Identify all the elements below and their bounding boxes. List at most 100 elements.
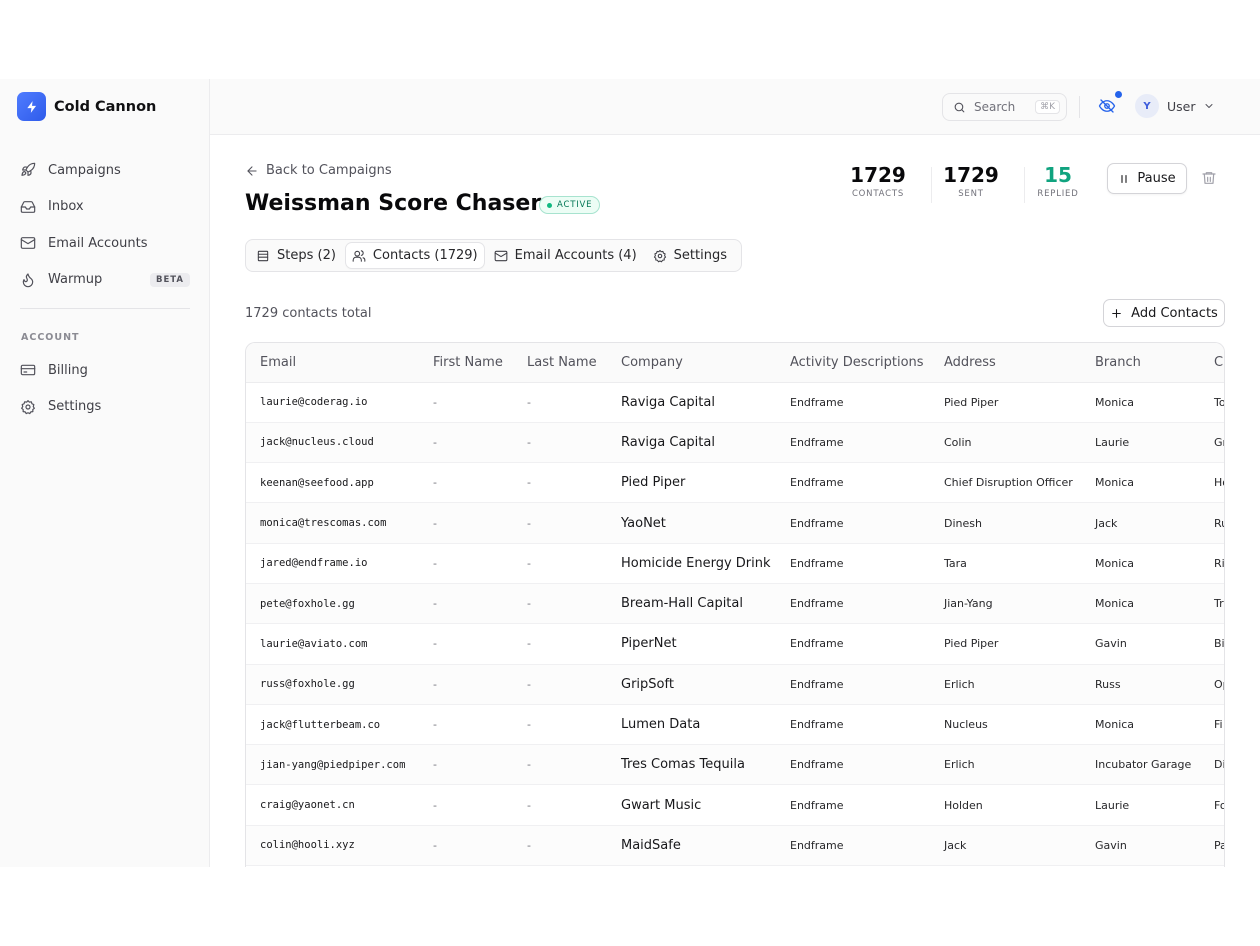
chevron-down-icon <box>1205 104 1212 108</box>
cell-activity-descriptions: Endframe <box>776 382 930 423</box>
cell-extra: To <box>1200 382 1224 423</box>
mail-icon <box>20 237 36 250</box>
contacts-table-container[interactable]: Email First Name Last Name Company Activity … <box>245 342 1225 867</box>
cell-activity-descriptions: Endframe <box>776 623 930 665</box>
cell-address: Pied Piper <box>930 623 1081 665</box>
campaign-tabs: Steps (2) Contacts (1729) Email Accounts… <box>245 239 742 272</box>
column-header-address[interactable]: Address <box>930 343 1081 383</box>
sidebar-item-label: Settings <box>48 399 102 415</box>
cell-last-name: - <box>513 502 607 544</box>
cell-activity-descriptions: Endframe <box>776 422 930 464</box>
cell-email: laurie@coderag.io <box>246 382 419 423</box>
cell-branch: Gavin <box>1081 825 1200 867</box>
trash-icon[interactable] <box>1201 170 1217 186</box>
cell-branch: Monica <box>1081 583 1200 625</box>
search-label: Search <box>974 100 1016 114</box>
table-row[interactable]: pete@foxhole.gg - - Bream-Hall Capital Endfr… <box>246 583 1224 625</box>
sidebar-item-inbox[interactable]: Inbox <box>20 189 190 226</box>
status-badge: ACTIVE <box>539 196 601 214</box>
sidebar-item-email-accounts[interactable]: Email Accounts <box>20 225 190 262</box>
tab-settings[interactable]: Settings <box>647 243 733 268</box>
search-button[interactable]: Search ⌘K <box>942 93 1067 121</box>
cell-company: Raviga Capital <box>607 422 776 464</box>
plus-icon <box>1112 308 1122 318</box>
cell-address: Erlich <box>930 744 1081 786</box>
tab-email-accounts[interactable]: Email Accounts (4) <box>488 243 643 268</box>
cell-last-name: - <box>513 583 607 625</box>
stat-replied: 15 REPLIED <box>1028 163 1088 199</box>
contacts-total: 1729 contacts total <box>245 306 372 321</box>
users-icon <box>352 249 366 262</box>
cell-branch: Monica <box>1081 462 1200 504</box>
status-text: ACTIVE <box>557 200 593 210</box>
table-row[interactable]: russ@foxhole.gg - - GripSoft Endframe Erlich R… <box>246 664 1224 705</box>
cell-last-name: - <box>513 704 607 746</box>
table-row[interactable]: jack@flutterbeam.co - - Lumen Data Endframe N… <box>246 704 1224 746</box>
table-row[interactable]: craig@yaonet.cn - - Gwart Music Endframe Hold… <box>246 784 1224 826</box>
table-body: laurie@coderag.io - - Raviga Capital Endfram… <box>246 382 1224 867</box>
pause-button[interactable]: Pause <box>1107 163 1187 194</box>
cell-branch: Laurie <box>1081 784 1200 826</box>
add-contacts-button[interactable]: Add Contacts <box>1103 299 1225 327</box>
status-dot <box>547 202 552 208</box>
page-title: Weissman Score Chasers <box>245 191 555 216</box>
tab-contacts[interactable]: Contacts (1729) <box>345 243 484 268</box>
stat-contacts: 1729 CONTACTS <box>843 163 913 199</box>
stat-label: SENT <box>958 189 984 199</box>
cell-activity-descriptions: Endframe <box>776 502 930 544</box>
cell-address: Holden <box>930 784 1081 826</box>
stat-divider <box>931 167 932 203</box>
header-row: Email First Name Last Name Company Activity … <box>246 343 1224 383</box>
cell-branch: Incubator Garage <box>1081 744 1200 786</box>
cell-last-name: - <box>513 382 607 423</box>
sidebar-item-warmup[interactable]: Warmup BETA <box>20 262 190 299</box>
cell-address: Pied Piper <box>930 382 1081 423</box>
stat-value: 1729 <box>943 163 999 187</box>
back-to-campaigns-link[interactable]: Back to Campaigns <box>245 163 392 178</box>
column-header-company[interactable]: Company <box>607 343 776 383</box>
search-shortcut: ⌘K <box>1035 100 1060 114</box>
cell-email: russ@foxhole.gg <box>246 664 419 705</box>
table-row[interactable]: laurie@aviato.com - - PiperNet Endframe Pied … <box>246 623 1224 665</box>
pause-icon <box>1121 174 1127 183</box>
eye-off-icon[interactable] <box>1098 97 1116 115</box>
tab-label: Contacts (1729) <box>372 248 478 263</box>
cell-activity-descriptions: Endframe <box>776 462 930 504</box>
sidebar-nav: Campaigns Inbox Email Accounts Warmup BE… <box>20 152 190 298</box>
sidebar-account-nav: Billing Settings <box>20 352 190 425</box>
arrow-left-icon <box>247 165 257 176</box>
table-row[interactable]: jack@nucleus.cloud - - Raviga Capital Endfra… <box>246 422 1224 464</box>
brand[interactable]: Cold Cannon <box>17 92 156 121</box>
column-header-activity-descriptions[interactable]: Activity Descriptions <box>776 343 930 383</box>
table-row[interactable]: jian-yang@piedpiper.com - - Tres Comas Tequ… <box>246 744 1224 786</box>
sidebar-item-billing[interactable]: Billing <box>20 352 190 389</box>
topbar: Search ⌘K Y User <box>210 79 1260 135</box>
cell-activity-descriptions: Endframe <box>776 784 930 826</box>
cell-last-name: - <box>513 422 607 464</box>
sidebar-item-campaigns[interactable]: Campaigns <box>20 152 190 189</box>
user-menu[interactable]: Y User <box>1135 94 1215 118</box>
cell-first-name: - <box>419 744 513 786</box>
stat-value: 15 <box>1044 163 1072 187</box>
table-row[interactable]: monica@trescomas.com - - YaoNet Endframe Dine… <box>246 502 1224 544</box>
cell-company: Lumen Data <box>607 704 776 746</box>
tab-steps[interactable]: Steps (2) <box>250 243 342 268</box>
table-row[interactable]: keenan@seefood.app - - Pied Piper Endframe Ch… <box>246 462 1224 504</box>
column-header-email[interactable]: Email <box>246 343 419 383</box>
topbar-divider <box>1079 96 1080 118</box>
sidebar-item-settings[interactable]: Settings <box>20 389 190 426</box>
table-row[interactable]: colin@hooli.xyz - - MaidSafe Endframe Jack Gav… <box>246 825 1224 867</box>
cell-branch: Monica <box>1081 382 1200 423</box>
cell-last-name: - <box>513 744 607 786</box>
contacts-table: Email First Name Last Name Company Activity … <box>246 343 1224 867</box>
column-header-first-name[interactable]: First Name <box>419 343 513 383</box>
column-header-extra[interactable]: C <box>1200 343 1224 383</box>
sidebar-item-label: Billing <box>48 362 88 378</box>
avatar: Y <box>1135 94 1159 118</box>
stat-label: CONTACTS <box>851 189 905 199</box>
column-header-last-name[interactable]: Last Name <box>513 343 607 383</box>
cell-branch: Laurie <box>1081 422 1200 464</box>
column-header-branch[interactable]: Branch <box>1081 343 1200 383</box>
table-row[interactable]: laurie@coderag.io - - Raviga Capital Endfram… <box>246 382 1224 423</box>
table-row[interactable]: jared@endframe.io - - Homicide Energy Drink… <box>246 543 1224 584</box>
